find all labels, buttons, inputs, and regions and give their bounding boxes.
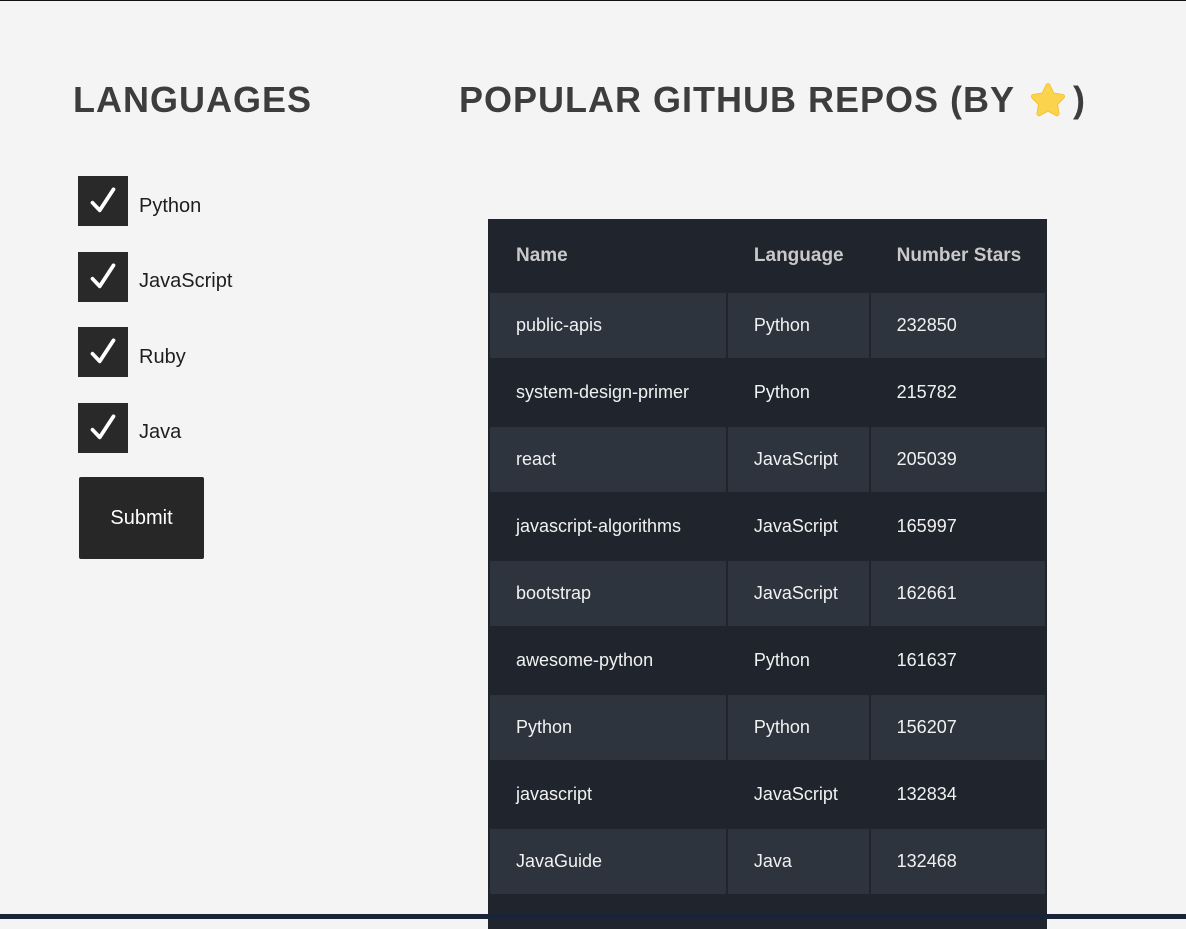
repo-name-cell: system-design-primer <box>490 360 726 425</box>
checkbox-python[interactable] <box>78 176 128 226</box>
repo-name-cell: bootstrap <box>490 561 726 626</box>
language-option-javascript[interactable]: JavaScript <box>78 251 233 302</box>
star-icon <box>1027 80 1069 120</box>
column-header-stars: Number Stars <box>870 221 1045 291</box>
repos-title-close: ) <box>1073 79 1087 120</box>
table-row: bootstrap JavaScript 162661 <box>490 561 1045 626</box>
repo-stars-cell: 165997 <box>870 494 1045 559</box>
repo-stars-cell: 161637 <box>870 628 1045 693</box>
repo-name-cell <box>490 896 726 929</box>
table-row: javascript JavaScript 132834 <box>490 762 1045 827</box>
language-checklist: Python JavaScript Ruby Java <box>78 176 232 478</box>
language-label: Python <box>139 194 202 217</box>
checkmark-icon <box>90 262 116 288</box>
table-row: react JavaScript 205039 <box>490 427 1045 492</box>
language-option-java[interactable]: Java <box>78 402 232 453</box>
table-row: system-design-primer Python 215782 <box>490 360 1045 425</box>
repo-language-cell: JavaScript <box>727 494 869 559</box>
repo-language-cell: Python <box>727 628 869 693</box>
checkmark-icon <box>90 413 116 439</box>
checkbox-javascript[interactable] <box>78 251 128 302</box>
submit-button[interactable]: Submit <box>79 477 204 559</box>
table-row <box>490 896 1045 929</box>
repos-table-container: Name Language Number Stars public-apis P… <box>488 219 1047 929</box>
repo-name-cell: awesome-python <box>490 628 726 693</box>
table-row: awesome-python Python 161637 <box>490 628 1045 693</box>
repo-language-cell: JavaScript <box>727 561 869 626</box>
table-header-row: Name Language Number Stars <box>490 221 1045 291</box>
table-row: JavaGuide Java 132468 <box>490 829 1045 894</box>
repo-stars-cell <box>870 896 1045 929</box>
table-row: javascript-algorithms JavaScript 165997 <box>490 494 1045 559</box>
repo-language-cell <box>727 896 869 929</box>
language-label: Ruby <box>139 345 186 368</box>
repo-language-cell: JavaScript <box>727 762 869 827</box>
checkmark-icon <box>90 338 116 364</box>
column-header-name: Name <box>490 221 726 291</box>
language-label: Java <box>139 421 182 443</box>
column-header-language: Language <box>727 221 869 291</box>
repo-stars-cell: 156207 <box>870 695 1045 760</box>
language-option-ruby[interactable]: Ruby <box>78 327 232 377</box>
checkmark-icon <box>90 187 116 213</box>
repo-stars-cell: 162661 <box>870 561 1045 626</box>
repo-stars-cell: 132834 <box>870 762 1045 827</box>
repo-language-cell: Python <box>727 695 869 760</box>
repo-language-cell: Python <box>727 293 869 358</box>
repo-name-cell: Python <box>490 695 726 760</box>
repo-language-cell: JavaScript <box>727 427 869 492</box>
table-row: Python Python 156207 <box>490 695 1045 760</box>
repo-name-cell: JavaGuide <box>490 829 726 894</box>
repos-title-text: POPULAR GITHUB REPOS (BY <box>459 79 1016 120</box>
repo-name-cell: javascript <box>490 762 726 827</box>
language-option-python[interactable]: Python <box>78 176 232 226</box>
repo-language-cell: Python <box>727 360 869 425</box>
repo-stars-cell: 232850 <box>870 293 1045 358</box>
repo-language-cell: Java <box>727 829 869 894</box>
repo-stars-cell: 205039 <box>870 427 1045 492</box>
repos-table: Name Language Number Stars public-apis P… <box>488 219 1047 929</box>
repo-stars-cell: 132468 <box>870 829 1045 894</box>
language-label: JavaScript <box>139 270 233 292</box>
checkbox-ruby[interactable] <box>78 327 128 377</box>
table-row: public-apis Python 232850 <box>490 293 1045 358</box>
repo-name-cell: javascript-algorithms <box>490 494 726 559</box>
repo-name-cell: react <box>490 427 726 492</box>
repos-title: POPULAR GITHUB REPOS (BY ) <box>459 79 1086 121</box>
repo-name-cell: public-apis <box>490 293 726 358</box>
languages-title: LANGUAGES <box>73 79 313 120</box>
repo-stars-cell: 215782 <box>870 360 1045 425</box>
checkbox-java[interactable] <box>78 402 128 453</box>
window-bottom-edge <box>0 914 1186 919</box>
